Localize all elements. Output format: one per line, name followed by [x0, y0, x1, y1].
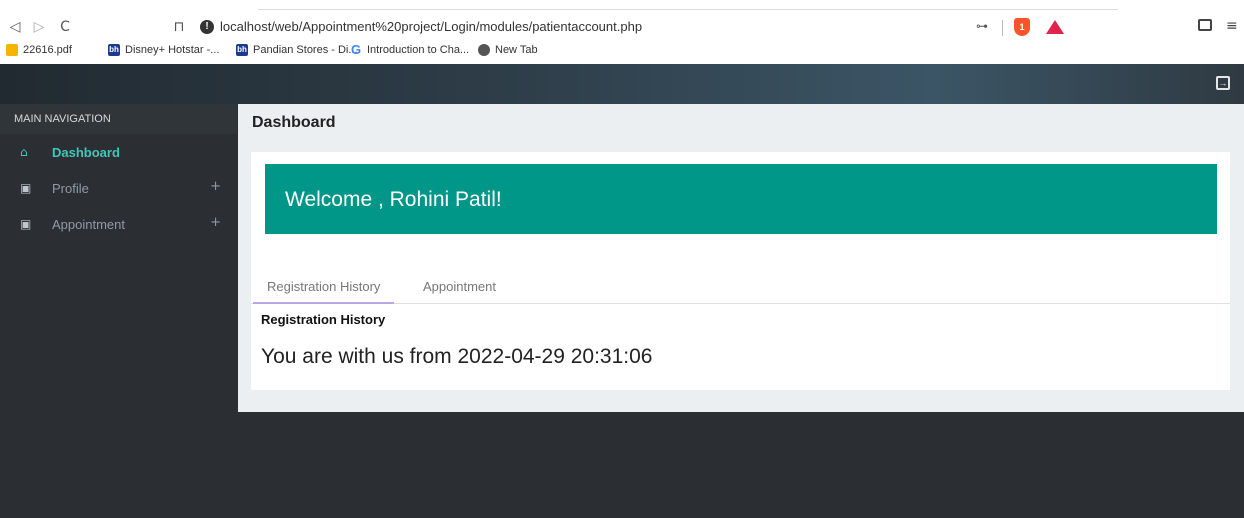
sidebar-item-label: Profile	[52, 180, 89, 196]
welcome-text: Welcome , Rohini Patil!	[285, 188, 502, 211]
forward-icon[interactable]: ▷	[28, 16, 50, 38]
main-content: Dashboard Welcome , Rohini Patil! Regist…	[238, 104, 1244, 412]
bookmark-label: New Tab	[495, 44, 538, 56]
bookmark-label: Pandian Stores - Di...	[253, 44, 358, 56]
calendar-check-icon: ▣	[20, 181, 32, 195]
registration-date-text: You are with us from 2022-04-29 20:31:06	[261, 345, 653, 368]
g-icon: G	[350, 42, 362, 57]
info-icon[interactable]: !	[200, 20, 214, 34]
sidebar-item-dashboard[interactable]: ⌂ Dashboard	[0, 134, 237, 170]
sidebar-item-label: Dashboard	[52, 144, 120, 160]
calendar-check-icon: ▣	[20, 217, 32, 231]
welcome-banner: Welcome , Rohini Patil!	[265, 164, 1217, 234]
bookmark-item[interactable]: bh Pandian Stores - Di...	[236, 44, 358, 56]
bookmark-item[interactable]: G Introduction to Cha...	[350, 42, 470, 57]
sidebar-item-appointment[interactable]: ▣ Appointment +	[0, 206, 237, 242]
bookmark-item[interactable]: New Tab	[478, 44, 538, 56]
tab-appointment[interactable]: Appointment	[409, 278, 510, 304]
url-text[interactable]: localhost/web/Appointment%20project/Logi…	[220, 19, 642, 34]
sidebar-item-label: Appointment	[52, 216, 125, 232]
bookmark-label: 22616.pdf	[23, 44, 72, 56]
reload-icon[interactable]: C	[54, 16, 76, 38]
dashboard-panel: Welcome , Rohini Patil! Registration His…	[251, 152, 1230, 390]
page-title: Dashboard	[252, 114, 336, 131]
back-icon[interactable]: ◁	[4, 16, 26, 38]
home-icon: ⌂	[20, 145, 28, 159]
brave-shield-icon[interactable]: 1	[1014, 18, 1030, 36]
tab-strip	[0, 0, 1244, 10]
sidebar-item-profile[interactable]: ▣ Profile +	[0, 170, 237, 206]
globe-icon	[478, 44, 490, 56]
menu-icon[interactable]: ≡	[1226, 18, 1238, 34]
brave-rewards-icon[interactable]	[1046, 20, 1064, 34]
app-frame: → MAIN NAVIGATION ⌂ Dashboard ▣ Profile …	[0, 64, 1244, 518]
sidebar: MAIN NAVIGATION ⌂ Dashboard ▣ Profile + …	[0, 104, 237, 518]
bh-icon: bh	[236, 44, 248, 56]
bookmark-item[interactable]: bh Disney+ Hotstar -...	[108, 44, 219, 56]
bookmarks-bar: 22616.pdf bh Disney+ Hotstar -... bh Pan…	[0, 42, 1244, 62]
logout-icon[interactable]: →	[1216, 76, 1230, 90]
bookmark-item[interactable]: 22616.pdf	[6, 44, 72, 56]
expand-icon[interactable]: +	[210, 215, 221, 230]
drive-icon	[6, 44, 18, 56]
top-header: →	[0, 64, 1244, 104]
expand-icon[interactable]: +	[210, 179, 221, 194]
address-row: ◁ ▷ C ⊓ ! localhost/web/Appointment%20pr…	[0, 14, 1244, 42]
tab-bar: Registration History Appointment	[251, 278, 1230, 304]
bookmark-label: Introduction to Cha...	[367, 44, 470, 56]
browser-chrome: ◁ ▷ C ⊓ ! localhost/web/Appointment%20pr…	[0, 0, 1244, 64]
wallet-icon[interactable]	[1198, 19, 1212, 31]
bh-icon: bh	[108, 44, 120, 56]
key-icon[interactable]: ⊶	[976, 19, 988, 33]
bookmark-label: Disney+ Hotstar -...	[125, 44, 220, 56]
toolbar-divider	[1002, 20, 1003, 36]
tab-registration-history[interactable]: Registration History	[253, 278, 395, 304]
sidebar-title: MAIN NAVIGATION	[0, 104, 237, 134]
bookmark-icon[interactable]: ⊓	[168, 16, 190, 38]
section-title: Registration History	[261, 312, 386, 327]
address-bar[interactable]: ! localhost/web/Appointment%20project/Lo…	[200, 17, 960, 39]
